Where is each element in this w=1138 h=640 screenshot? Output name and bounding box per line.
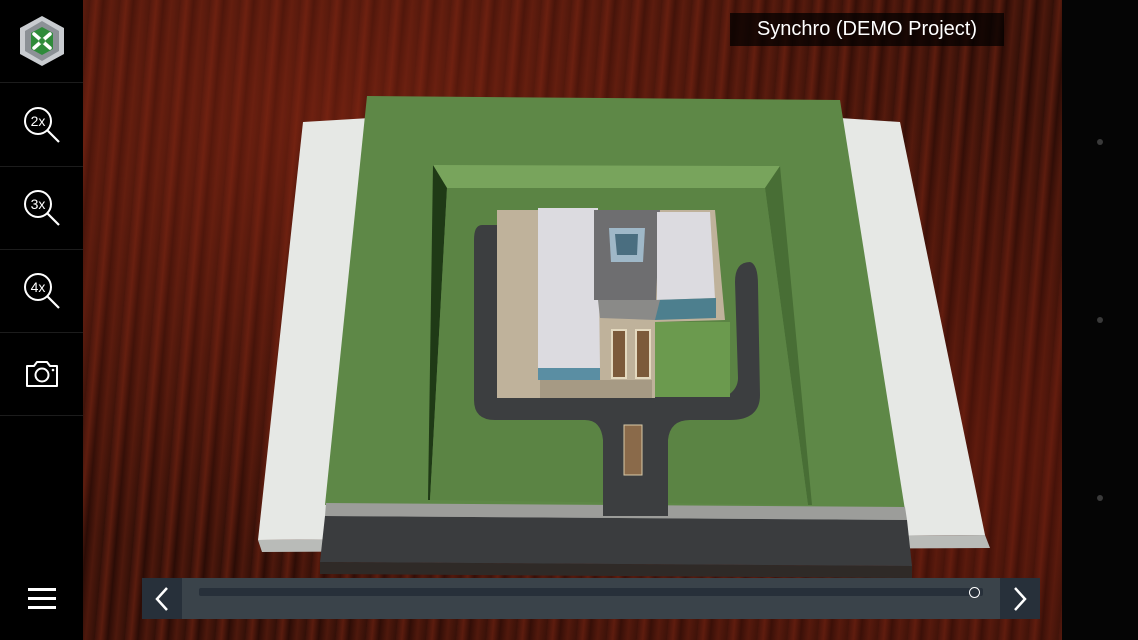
ar-site-model[interactable] xyxy=(0,0,1138,640)
zoom-in-icon: 3x xyxy=(23,190,60,226)
zoom-2x-button[interactable]: 2x xyxy=(0,84,83,167)
courtyard-green xyxy=(655,322,730,397)
pit-wall-top xyxy=(433,165,780,188)
timeline-next-button[interactable] xyxy=(1000,578,1040,619)
timeline-prev-button[interactable] xyxy=(142,578,182,619)
project-title: Synchro (DEMO Project) xyxy=(730,13,1004,46)
zoom-2x-label: 2x xyxy=(30,113,45,129)
screenshot-button[interactable] xyxy=(0,333,83,416)
system-nav-strip xyxy=(1062,0,1138,640)
south-walkway xyxy=(540,380,652,398)
perimeter-road xyxy=(320,516,912,566)
zoom-in-icon: 4x xyxy=(23,273,60,309)
synchro-logo-icon xyxy=(19,16,64,66)
camera-icon xyxy=(25,361,58,387)
zoom-in-icon: 2x xyxy=(23,107,60,143)
nav-indicator-dot xyxy=(1097,139,1103,145)
building-west-wing-facade xyxy=(538,368,600,380)
building-east-wing-facade xyxy=(655,298,716,320)
left-toolbar: 2x 3x 4x xyxy=(0,0,83,640)
building-west-wing-roof xyxy=(538,208,600,368)
main-menu-button[interactable] xyxy=(0,558,83,640)
timeline-scrubber-handle[interactable] xyxy=(969,587,981,598)
nav-indicator-dot xyxy=(1097,317,1103,323)
ar-camera-viewport[interactable]: Synchro (DEMO Project) 2x 3x 4x xyxy=(0,0,1138,640)
timeline-bar xyxy=(142,578,1040,619)
app-logo-button[interactable] xyxy=(0,0,83,83)
chevron-left-icon xyxy=(155,586,168,611)
zoom-4x-label: 4x xyxy=(30,279,45,295)
planter-right xyxy=(635,329,651,379)
chevron-right-icon xyxy=(1014,586,1027,611)
zoom-4x-button[interactable]: 4x xyxy=(0,250,83,333)
planter-left xyxy=(611,329,627,379)
loading-area xyxy=(598,300,660,320)
hamburger-menu-icon xyxy=(27,588,56,609)
zoom-3x-label: 3x xyxy=(30,196,45,212)
zoom-3x-button[interactable]: 3x xyxy=(0,167,83,250)
timeline-track[interactable] xyxy=(199,587,983,598)
nav-indicator-dot xyxy=(1097,495,1103,501)
building-east-wing-roof xyxy=(657,212,715,300)
atrium-skylight-core xyxy=(615,234,638,255)
